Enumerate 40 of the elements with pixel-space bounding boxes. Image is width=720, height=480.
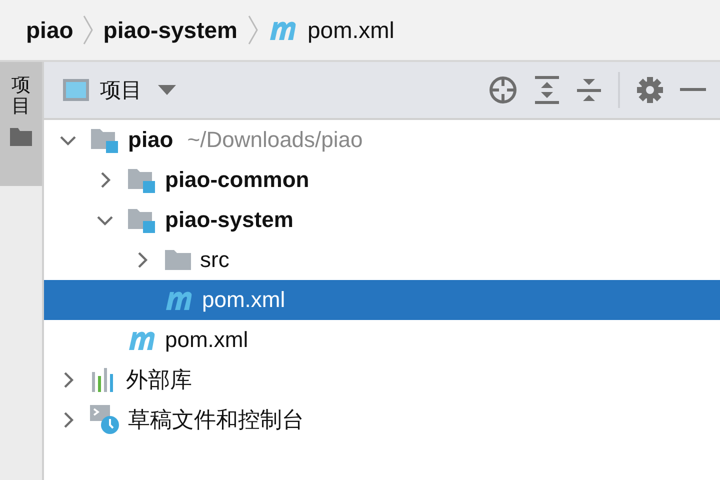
view-selector[interactable]: 项目 bbox=[100, 76, 142, 104]
tree-item-label: 外部库 bbox=[126, 366, 192, 394]
maven-icon bbox=[268, 19, 298, 41]
breadcrumb-item[interactable]: piao bbox=[26, 16, 74, 44]
module-folder-icon bbox=[127, 207, 157, 233]
tree-row[interactable]: pom.xml bbox=[44, 280, 720, 320]
tree-row[interactable]: piao ~/Downloads/piao bbox=[44, 120, 720, 160]
folder-icon bbox=[10, 128, 32, 146]
locate-icon[interactable] bbox=[488, 75, 518, 105]
tree-row[interactable]: 外部库 bbox=[44, 360, 720, 400]
tree-item-label: src bbox=[200, 247, 230, 273]
module-folder-icon bbox=[90, 127, 120, 153]
path-hint: ~/Downloads/piao bbox=[187, 127, 363, 153]
tree-item-label: 草稿文件和控制台 bbox=[128, 406, 304, 434]
folder-icon bbox=[164, 249, 192, 271]
tree-item-label: piao-common bbox=[165, 167, 310, 193]
maven-icon bbox=[164, 289, 194, 311]
tree-row[interactable]: pom.xml bbox=[44, 320, 720, 360]
tree-row[interactable]: 草稿文件和控制台 bbox=[44, 400, 720, 440]
tree-item-label: piao bbox=[128, 127, 174, 153]
window-icon bbox=[62, 78, 90, 102]
hide-icon[interactable] bbox=[680, 88, 706, 92]
module-folder-icon bbox=[127, 167, 157, 193]
dropdown-caret-icon[interactable] bbox=[158, 85, 176, 95]
scratches-clock-icon bbox=[90, 405, 120, 435]
tree-row[interactable]: piao-common bbox=[44, 160, 720, 200]
tree-item-label: piao-system bbox=[165, 207, 294, 233]
tree-row[interactable]: src bbox=[44, 240, 720, 280]
project-side-tab[interactable]: 项目 bbox=[0, 62, 42, 186]
maven-icon bbox=[127, 329, 157, 351]
tree-item-label: pom.xml bbox=[202, 287, 286, 313]
settings-icon[interactable] bbox=[636, 76, 664, 104]
breadcrumb-separator-icon bbox=[83, 15, 94, 45]
tree-item-label: pom.xml bbox=[165, 327, 248, 353]
expand-all-icon[interactable] bbox=[534, 75, 560, 105]
tree-row[interactable]: piao-system bbox=[44, 200, 720, 240]
side-tab-label: 项目 bbox=[12, 76, 30, 118]
breadcrumb-item[interactable]: piao-system bbox=[103, 16, 238, 44]
breadcrumb-separator-icon bbox=[248, 15, 258, 45]
breadcrumb-item[interactable]: pom.xml bbox=[308, 16, 394, 44]
